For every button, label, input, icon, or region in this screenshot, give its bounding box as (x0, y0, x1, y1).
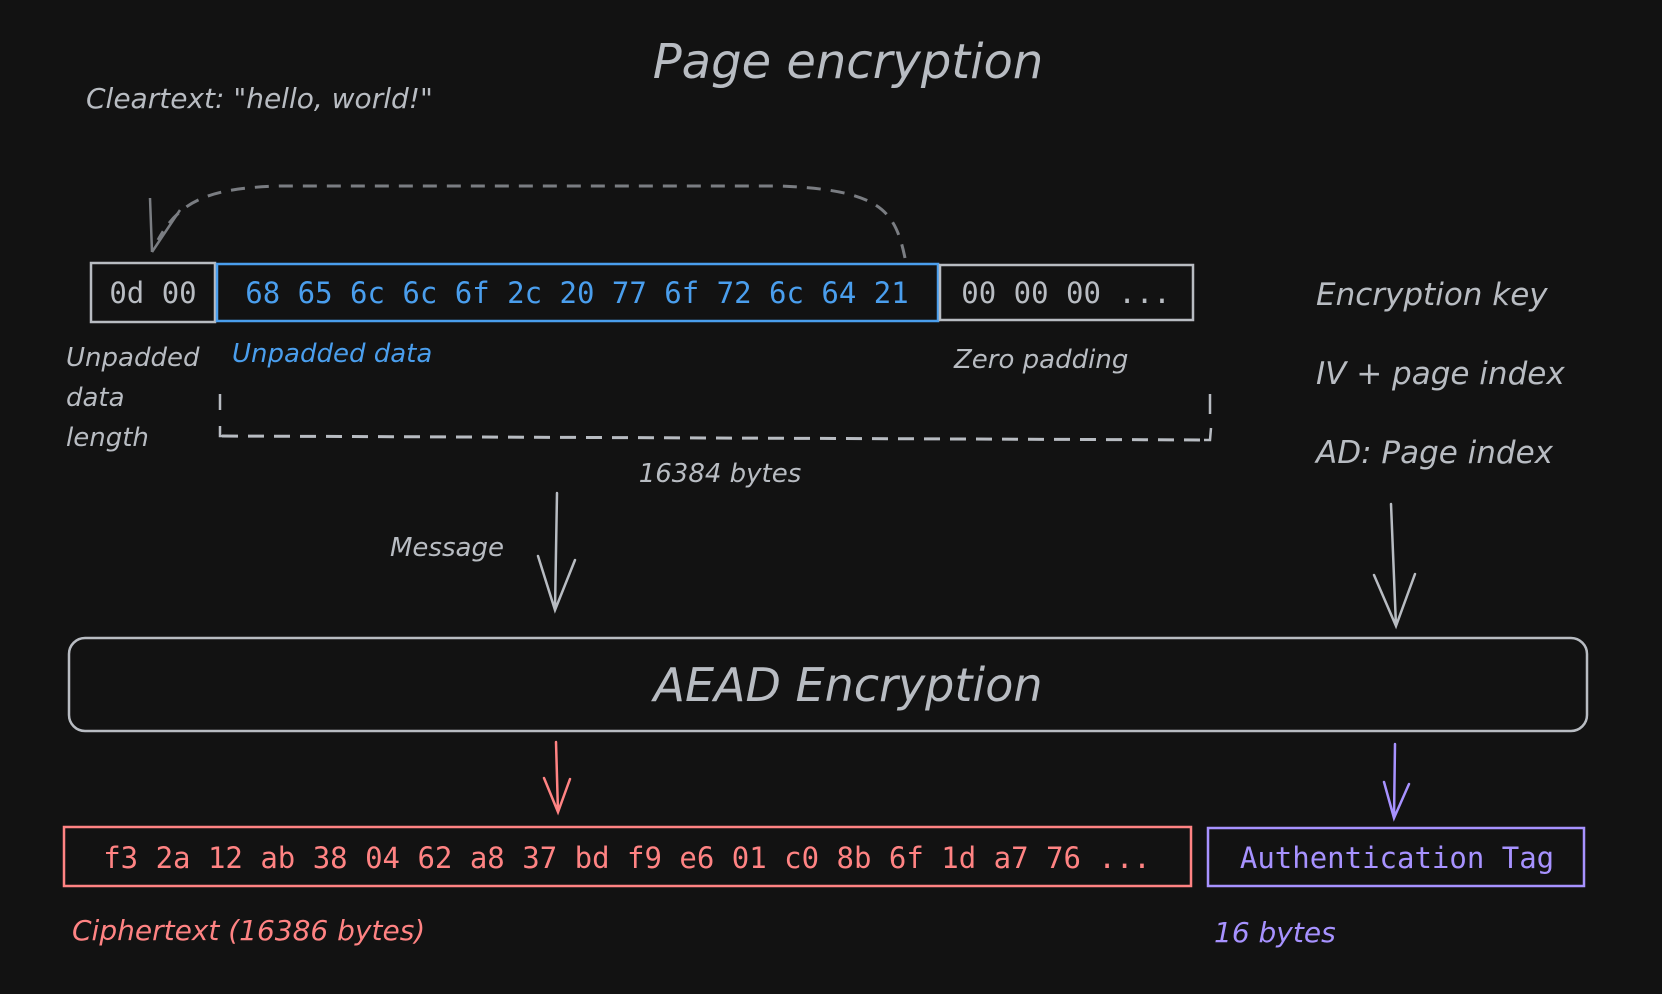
message-label: Message (390, 533, 504, 563)
iv-label: IV + page index (1316, 356, 1565, 392)
length-label-line2: data (66, 383, 125, 413)
zero-padding-label: Zero padding (953, 345, 1128, 375)
length-label-line3: length (66, 423, 149, 453)
ciphertext-arrow-icon (542, 740, 572, 816)
unpadded-data-label: Unpadded data (232, 339, 432, 369)
encryption-key-label: Encryption key (1316, 277, 1548, 313)
authentication-tag-text: Authentication Tag (1240, 841, 1554, 875)
total-size-label: 16384 bytes (639, 459, 802, 489)
tag-size-label: 16 bytes (1214, 916, 1336, 949)
message-arrow-icon (536, 491, 577, 614)
unpadded-data-bytes: 68 65 6c 6c 6f 2c 20 77 6f 72 6c 64 21 (245, 276, 908, 310)
diagram-canvas: Page encryption Cleartext: "hello, world… (62, 34, 1589, 949)
size-bracket (218, 394, 1213, 442)
length-label-line1: Unpadded (66, 343, 200, 373)
aead-encryption-label: AEAD Encryption (650, 658, 1042, 712)
length-reference-arrow (156, 184, 907, 259)
tag-arrow-icon (1382, 742, 1411, 822)
length-reference-arrowhead-icon (148, 197, 182, 253)
cleartext-label: Cleartext: "hello, world!" (86, 82, 433, 115)
length-bytes: 0d 00 (109, 276, 196, 310)
zero-padding-bytes: 00 00 00 ... (961, 276, 1171, 310)
ciphertext-bytes: f3 2a 12 ab 38 04 62 a8 37 bd f9 e6 01 c… (103, 841, 1151, 875)
diagram-title: Page encryption (653, 34, 1044, 90)
key-inputs-arrow-icon (1372, 502, 1417, 630)
ad-label: AD: Page index (1314, 435, 1554, 471)
ciphertext-label: Ciphertext (16386 bytes) (72, 914, 425, 947)
